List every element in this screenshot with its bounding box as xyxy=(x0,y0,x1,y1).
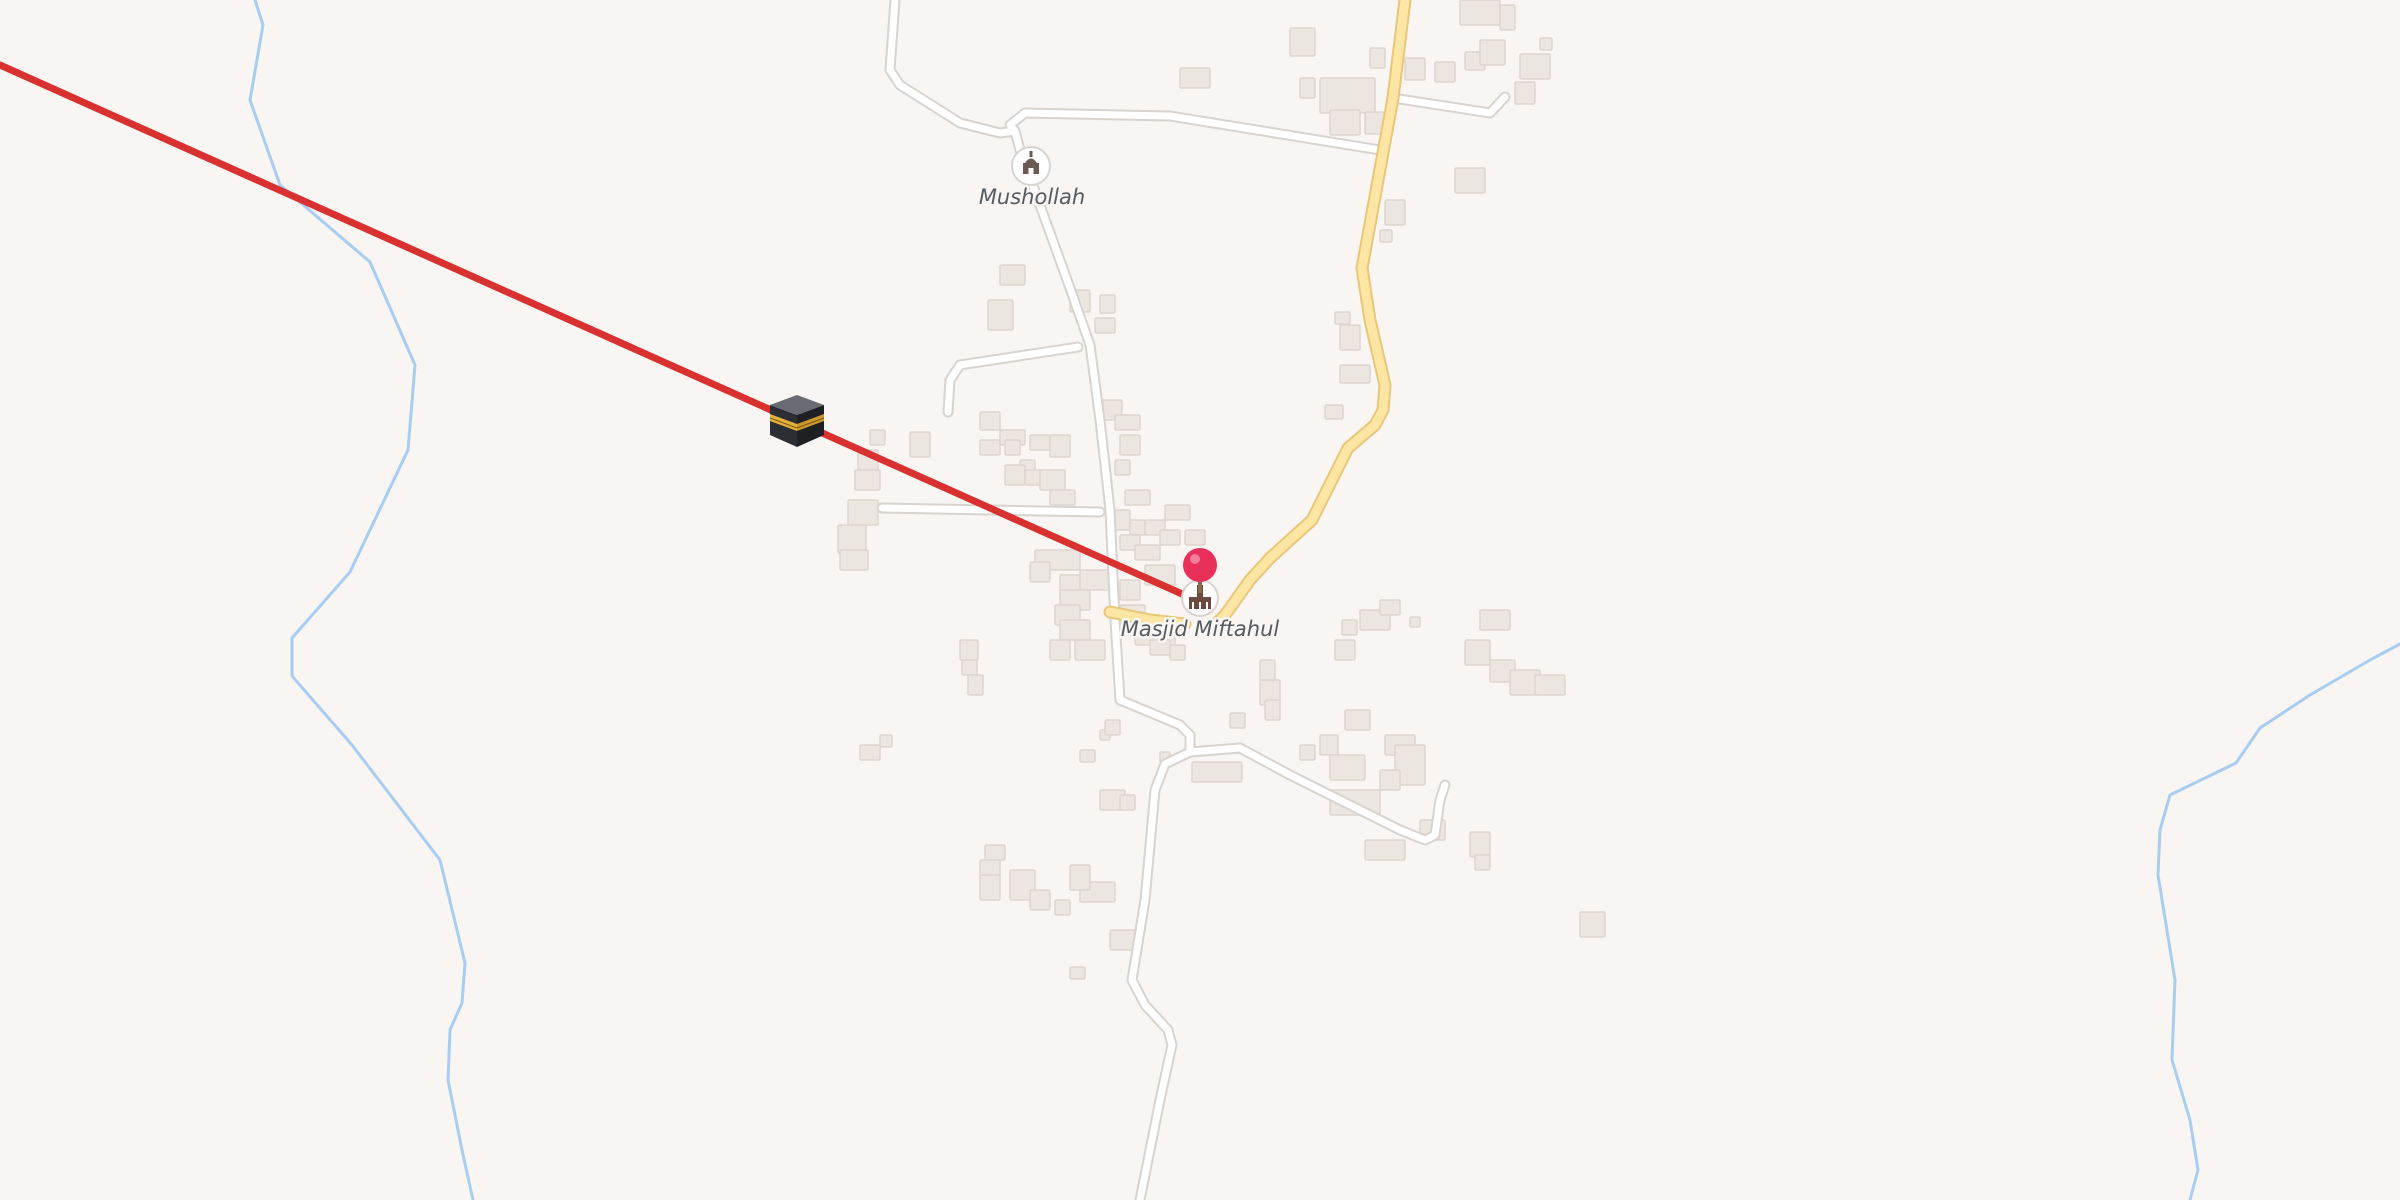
building-footprint xyxy=(1004,464,1026,486)
building-footprint xyxy=(1179,67,1211,89)
building-footprint xyxy=(1074,639,1106,661)
building-footprint xyxy=(1169,644,1186,661)
building-footprint xyxy=(1464,639,1491,666)
building-footprint xyxy=(1289,27,1316,57)
building-footprint xyxy=(1054,899,1071,916)
poi-label-mushollah: Mushollah xyxy=(979,185,1085,209)
building-footprint xyxy=(959,639,979,661)
building-footprint xyxy=(1334,639,1356,661)
map-canvas[interactable]: Mushollah Masjid Miftahul xyxy=(0,0,2400,1200)
building-footprint xyxy=(869,429,886,446)
building-footprint xyxy=(1434,61,1456,83)
building-footprint xyxy=(979,411,1001,431)
building-footprint xyxy=(879,734,893,748)
building-footprint xyxy=(1079,569,1111,591)
building-footprint xyxy=(1339,364,1371,384)
building-footprint xyxy=(1539,37,1553,51)
building-footprint xyxy=(1404,57,1426,81)
building-footprint xyxy=(1474,854,1491,871)
building-footprint xyxy=(837,524,867,554)
building-footprint xyxy=(1469,831,1491,858)
building-footprint xyxy=(1029,889,1051,911)
building-footprint xyxy=(1319,77,1376,114)
building-footprint xyxy=(1479,39,1506,66)
building-footprint xyxy=(1334,311,1351,325)
building-footprint xyxy=(1409,616,1421,628)
building-footprint xyxy=(839,549,869,571)
building-footprint xyxy=(1114,414,1141,431)
building-footprint xyxy=(1459,0,1501,26)
building-footprint xyxy=(1499,4,1516,31)
building-footprint xyxy=(1369,47,1386,69)
building-footprint xyxy=(847,499,879,526)
building-footprint xyxy=(1059,619,1091,641)
building-footprint xyxy=(1384,199,1406,226)
building-footprint xyxy=(1479,609,1511,631)
building-footprint xyxy=(1114,509,1131,531)
building-footprint xyxy=(1341,619,1358,636)
building-footprint xyxy=(1299,77,1316,99)
building-footprint xyxy=(859,744,881,761)
building-footprint xyxy=(1129,519,1146,536)
building-footprint xyxy=(1039,469,1066,491)
building-footprint xyxy=(961,659,978,676)
building-footprint xyxy=(1079,749,1096,763)
building-footprint xyxy=(1049,434,1071,458)
building-footprint xyxy=(1049,639,1071,661)
building-footprint xyxy=(987,299,1014,331)
building-footprint xyxy=(854,469,881,491)
building-footprint xyxy=(1579,911,1606,938)
building-footprint xyxy=(1134,544,1161,561)
building-footprint xyxy=(1104,719,1121,736)
building-footprint xyxy=(999,264,1026,286)
building-footprint xyxy=(1519,53,1551,80)
building-footprint xyxy=(1324,404,1344,420)
building-footprint xyxy=(1119,579,1141,601)
building-footprint xyxy=(1534,674,1566,696)
building-footprint xyxy=(1364,839,1406,861)
building-footprint xyxy=(1109,929,1136,951)
building-footprint xyxy=(1159,529,1181,546)
building-footprint xyxy=(1149,639,1171,656)
building-footprint xyxy=(1069,864,1091,891)
building-footprint xyxy=(1124,489,1151,506)
building-footprint xyxy=(1119,794,1136,811)
building-footprint xyxy=(1229,712,1246,729)
building-footprint xyxy=(967,674,984,696)
building-footprint xyxy=(1094,317,1116,334)
poi-label-masjid-miftahul: Masjid Miftahul xyxy=(1121,617,1280,641)
building-footprint xyxy=(1329,109,1361,136)
building-footprint xyxy=(1264,699,1281,721)
building-footprint xyxy=(979,439,1001,456)
building-footprint xyxy=(1114,459,1131,476)
building-footprint xyxy=(1119,434,1141,456)
building-footprint xyxy=(1029,434,1051,451)
building-footprint xyxy=(979,874,1001,901)
building-footprint xyxy=(1454,167,1486,194)
building-footprint xyxy=(1029,561,1051,583)
building-footprint xyxy=(1049,489,1076,506)
building-footprint xyxy=(1259,659,1276,681)
building-footprint xyxy=(1379,229,1393,243)
building-footprint xyxy=(1339,324,1361,351)
building-footprint xyxy=(1184,529,1206,546)
building-footprint xyxy=(984,844,1006,861)
building-footprint xyxy=(1379,769,1401,791)
building-footprint xyxy=(1069,966,1086,980)
mosque-icon xyxy=(1011,146,1051,186)
building-footprint xyxy=(1379,599,1401,616)
building-footprint xyxy=(1344,709,1371,731)
building-footprint xyxy=(1191,761,1243,783)
building-footprint xyxy=(909,431,931,458)
building-footprint xyxy=(1319,734,1339,756)
building-footprint xyxy=(1514,81,1536,105)
building-footprint xyxy=(1164,504,1191,521)
building-footprint xyxy=(1299,744,1316,761)
building-footprint xyxy=(1004,439,1021,456)
building-footprint xyxy=(1099,294,1116,314)
building-footprint xyxy=(1329,754,1366,781)
